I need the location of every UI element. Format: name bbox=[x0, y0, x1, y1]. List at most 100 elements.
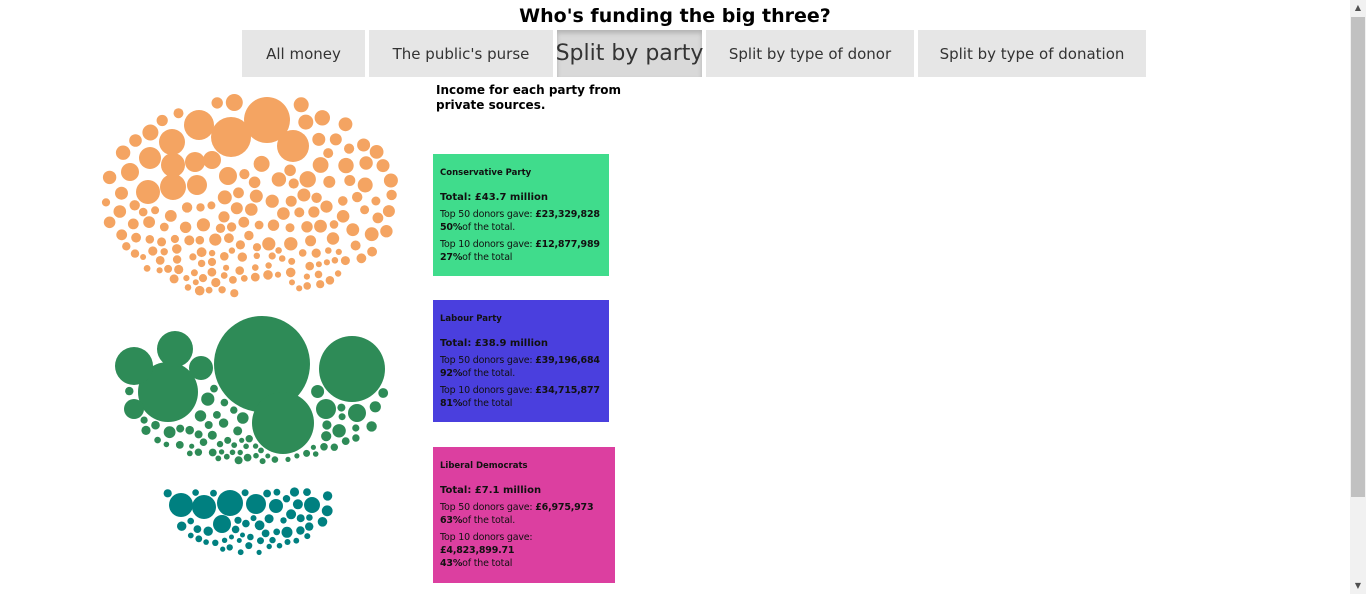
top50-value: £23,329,828 bbox=[535, 209, 600, 220]
tab-public-purse[interactable]: The public's purse bbox=[369, 30, 553, 77]
conservative-donor-bubble bbox=[235, 240, 245, 250]
conservative-donor-bubble bbox=[211, 117, 251, 157]
scroll-up-icon[interactable]: ▲ bbox=[1350, 0, 1366, 16]
top50-line: Top 50 donors gave: £23,329,828 bbox=[440, 208, 602, 221]
conservative-donor-bubble bbox=[297, 188, 311, 202]
conservative-donor-bubble bbox=[211, 97, 223, 109]
conservative-donor-bubble bbox=[253, 155, 270, 172]
party-total: Total: £7.1 million bbox=[440, 485, 542, 496]
conservative-donor-bubble bbox=[205, 286, 213, 294]
conservative-donor-bubble bbox=[148, 246, 158, 256]
top50-percent: 63% bbox=[440, 515, 463, 526]
conservative-donor-bubble bbox=[357, 177, 373, 193]
conservative-donor-bubble bbox=[215, 223, 226, 233]
conservative-donor-bubble bbox=[220, 272, 228, 279]
conservative-donor-bubble bbox=[160, 174, 186, 200]
liberal-democrats-donor-bubble bbox=[169, 493, 193, 517]
conservative-donor-bubble bbox=[288, 178, 299, 189]
labour-donor-bubble bbox=[259, 458, 266, 465]
conservative-donor-bubble bbox=[267, 219, 280, 231]
scroll-thumb[interactable] bbox=[1351, 17, 1365, 497]
liberal-democrats-donor-bubble bbox=[245, 542, 253, 550]
labour-donor-bubble bbox=[213, 411, 221, 419]
top10-line: Top 10 donors gave: bbox=[440, 531, 608, 544]
labour-donor-bubble bbox=[215, 455, 222, 462]
labour-donor-bubble bbox=[337, 403, 346, 412]
labour-donor-bubble bbox=[199, 438, 208, 447]
labour-donor-bubble bbox=[223, 453, 230, 460]
labour-donor-bubble bbox=[220, 398, 229, 407]
labour-donor-bubble bbox=[230, 406, 238, 414]
conservative-donor-bubble bbox=[196, 247, 207, 258]
top50-label: Top 50 donors gave: bbox=[440, 355, 533, 366]
labour-donor-bubble bbox=[239, 437, 245, 443]
top50-suffix: of the total. bbox=[462, 515, 516, 526]
labour-donor-bubble bbox=[285, 456, 291, 462]
tab-split-by-donor-type[interactable]: Split by type of donor bbox=[706, 30, 914, 77]
conservative-donor-bubble bbox=[245, 203, 258, 216]
conservative-donor-bubble bbox=[207, 267, 217, 277]
liberal-democrats-card: Liberal Democrats Total: £7.1 million To… bbox=[433, 447, 615, 583]
top10-share: 81%of the total bbox=[440, 397, 602, 410]
tab-split-by-donation-type[interactable]: Split by type of donation bbox=[918, 30, 1146, 77]
conservative-donor-bubble bbox=[250, 272, 260, 282]
conservative-donor-bubble bbox=[183, 275, 190, 282]
conservative-donor-bubble bbox=[371, 196, 381, 206]
liberal-democrats-donor-bubble bbox=[292, 499, 303, 510]
labour-donor-bubble bbox=[321, 431, 332, 442]
liberal-democrats-donor-bubble bbox=[303, 488, 311, 496]
liberal-democrats-donor-bubble bbox=[322, 491, 333, 501]
labour-donor-bubble bbox=[176, 424, 185, 433]
conservative-donor-bubble bbox=[380, 225, 393, 238]
conservative-donor-bubble bbox=[219, 167, 237, 185]
liberal-democrats-donor-bubble bbox=[246, 494, 266, 514]
conservative-donor-bubble bbox=[329, 133, 342, 146]
conservative-donor-bubble bbox=[312, 157, 329, 173]
liberal-democrats-donor-bubble bbox=[264, 514, 274, 524]
labour-donor-bubble bbox=[330, 443, 338, 451]
conservative-donor-bubble bbox=[315, 261, 322, 268]
labour-donor-bubble bbox=[332, 424, 346, 438]
conservative-donor-bubble bbox=[189, 253, 197, 261]
conservative-donor-bubble bbox=[179, 221, 192, 233]
labour-donor-bubble bbox=[352, 434, 360, 442]
tab-all-money[interactable]: All money bbox=[242, 30, 365, 77]
liberal-democrats-donor-bubble bbox=[304, 533, 311, 540]
conservative-donor-bubble bbox=[289, 279, 295, 286]
conservative-donor-bubble bbox=[207, 201, 216, 210]
top10-percent: 27% bbox=[440, 252, 463, 263]
conservative-donor-bubble bbox=[296, 285, 303, 292]
conservative-donor-bubble bbox=[383, 173, 398, 188]
labour-donor-bubble bbox=[245, 435, 253, 443]
labour-donor-bubble bbox=[253, 452, 259, 459]
tab-split-by-party[interactable]: Split by party bbox=[556, 30, 703, 77]
conservative-donor-bubble bbox=[235, 266, 244, 275]
liberal-democrats-donor-bubble bbox=[212, 539, 219, 546]
labour-donor-bubble bbox=[210, 384, 218, 393]
conservative-donor-bubble bbox=[127, 218, 139, 230]
liberal-democrats-donor-bubble bbox=[293, 537, 300, 544]
conservative-donor-bubble bbox=[174, 264, 184, 275]
donor-bubble-chart bbox=[101, 94, 398, 556]
labour-donor-bubble bbox=[189, 443, 195, 449]
conservative-donor-bubble bbox=[230, 202, 243, 215]
vertical-scrollbar[interactable]: ▲ ▼ bbox=[1350, 0, 1366, 594]
labour-donor-bubble bbox=[252, 443, 259, 449]
liberal-democrats-donor-bubble bbox=[229, 534, 234, 540]
liberal-democrats-donor-bubble bbox=[236, 538, 242, 543]
conservative-donor-bubble bbox=[252, 264, 259, 271]
liberal-democrats-donor-bubble bbox=[254, 520, 265, 531]
top10-suffix: of the total bbox=[462, 252, 513, 263]
scroll-down-icon[interactable]: ▼ bbox=[1350, 578, 1366, 594]
conservative-donor-bubble bbox=[316, 280, 325, 289]
conservative-donor-bubble bbox=[172, 255, 182, 264]
conservative-donor-bubble bbox=[325, 276, 335, 285]
labour-donor-bubble bbox=[237, 412, 249, 424]
liberal-democrats-donor-bubble bbox=[240, 532, 245, 538]
conservative-donor-bubble bbox=[101, 198, 111, 207]
conservative-donor-bubble bbox=[143, 216, 156, 229]
conservative-donor-bubble bbox=[367, 246, 377, 257]
conservative-donor-bubble bbox=[142, 124, 159, 141]
conservative-donor-bubble bbox=[274, 271, 282, 278]
labour-donor-bubble bbox=[341, 437, 350, 445]
